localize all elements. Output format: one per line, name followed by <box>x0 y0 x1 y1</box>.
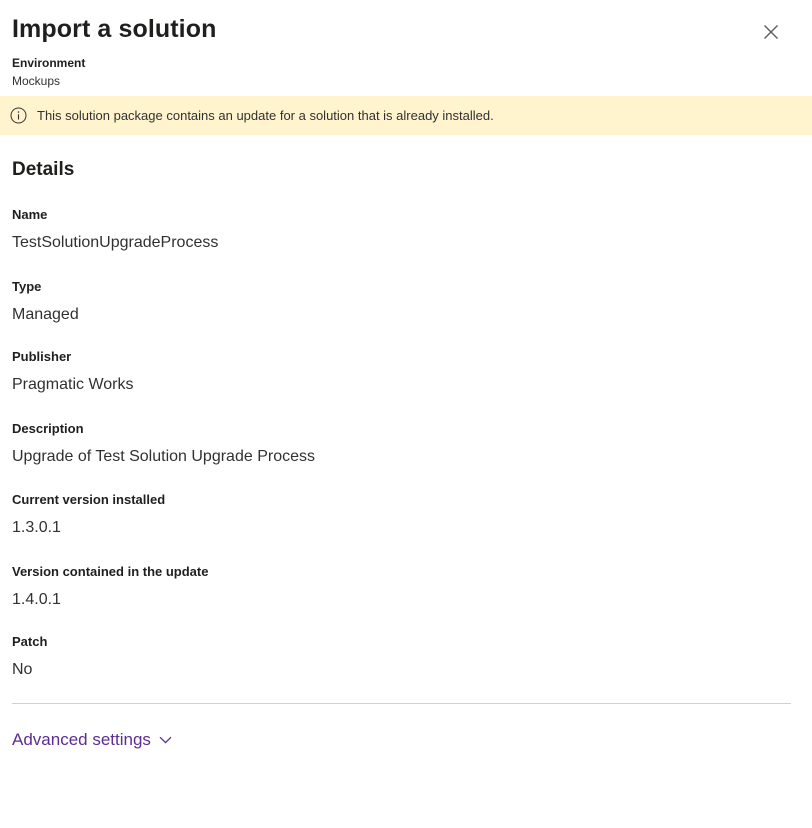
update-version-value: 1.4.0.1 <box>12 591 61 608</box>
details-heading: Details <box>12 159 75 180</box>
environment-label: Environment <box>12 56 86 70</box>
description-label: Description <box>12 421 84 436</box>
advanced-settings-label: Advanced settings <box>12 730 151 749</box>
info-banner: This solution package contains an update… <box>0 96 812 135</box>
section-divider <box>12 703 791 704</box>
current-version-label: Current version installed <box>12 492 166 507</box>
current-version-value: 1.3.0.1 <box>12 519 61 536</box>
close-button[interactable] <box>758 19 784 45</box>
publisher-label: Publisher <box>12 349 72 364</box>
name-label: Name <box>12 207 48 222</box>
environment-value: Mockups <box>12 74 61 88</box>
patch-label: Patch <box>12 634 48 649</box>
banner-text: This solution package contains an update… <box>37 108 494 123</box>
type-value: Managed <box>12 306 79 323</box>
advanced-settings-toggle[interactable]: Advanced settings <box>12 730 173 750</box>
publisher-value: Pragmatic Works <box>12 376 134 393</box>
description-value: Upgrade of Test Solution Upgrade Process <box>12 448 315 465</box>
patch-value: No <box>12 661 33 678</box>
update-version-label: Version contained in the update <box>12 564 209 579</box>
info-icon <box>9 107 27 125</box>
import-solution-panel: Import a solution Environment Mockups Th… <box>0 0 812 828</box>
chevron-down-icon <box>159 733 173 747</box>
close-icon <box>764 25 778 39</box>
name-value: TestSolutionUpgradeProcess <box>12 234 219 251</box>
panel-title: Import a solution <box>12 15 217 43</box>
type-label: Type <box>12 279 42 294</box>
